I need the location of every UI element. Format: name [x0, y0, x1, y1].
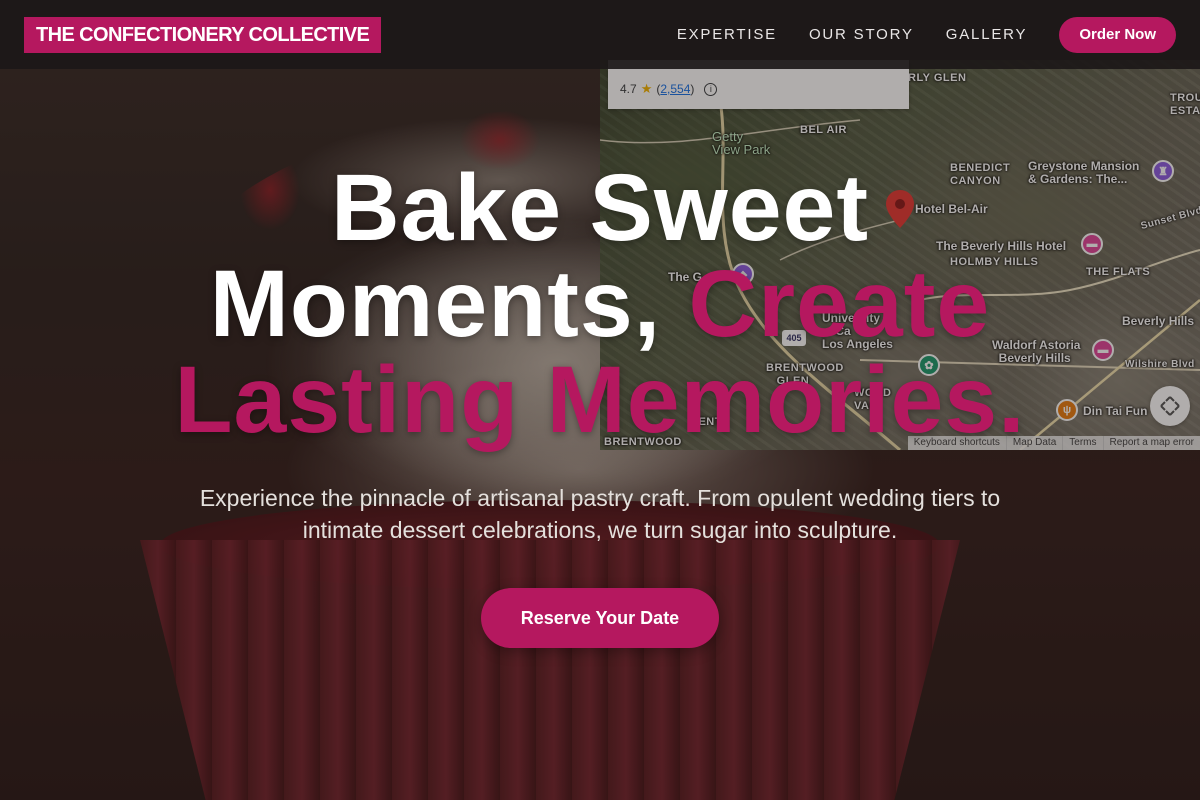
headline-line-1: Bake Sweet — [330, 155, 870, 261]
hero-headline: Bake Sweet Moments, Create Lasting Memor… — [0, 160, 1200, 448]
brand-logo[interactable]: THE CONFECTIONERY COLLECTIVE — [24, 16, 382, 53]
nav-link-expertise[interactable]: EXPERTISE — [677, 26, 777, 43]
nav-links: EXPERTISE OUR STORY GALLERY Order Now — [677, 16, 1176, 53]
hero-subtext: Experience the pinnacle of artisanal pas… — [199, 485, 1001, 543]
headline-accent-memories: Lasting Memories. — [174, 347, 1026, 453]
nav-link-our-story[interactable]: OUR STORY — [809, 26, 914, 43]
headline-line-2: Moments, — [209, 251, 689, 357]
reserve-date-button[interactable]: Reserve Your Date — [481, 588, 719, 648]
top-navbar: THE CONFECTIONERY COLLECTIVE EXPERTISE O… — [0, 0, 1200, 69]
order-now-button[interactable]: Order Now — [1059, 16, 1176, 53]
nav-link-gallery[interactable]: GALLERY — [946, 26, 1028, 43]
headline-accent-create: Create — [688, 251, 991, 357]
hero-section: Bake Sweet Moments, Create Lasting Memor… — [0, 160, 1200, 648]
